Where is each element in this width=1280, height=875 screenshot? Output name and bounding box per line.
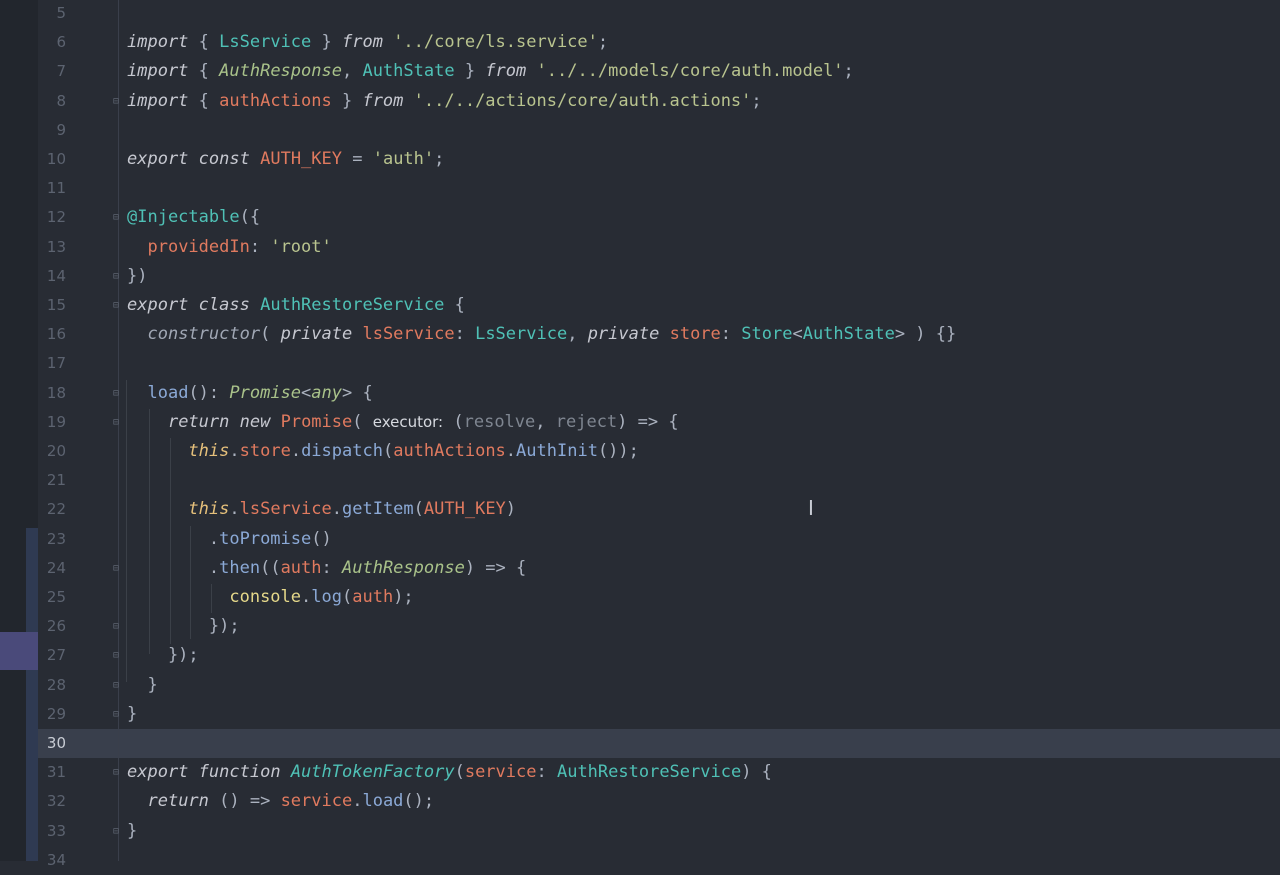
fold-marker-icon[interactable]: ⊟ [113,301,123,311]
code-text[interactable]: } [127,700,137,729]
code-text[interactable]: this.store.dispatch(authActions.AuthInit… [127,437,638,466]
fold-marker-icon[interactable]: ⊟ [113,680,123,691]
fold-marker-icon[interactable]: ⊟ [113,622,123,632]
fold-marker-icon[interactable]: ⊟ [113,213,123,223]
code-text[interactable]: this.lsService.getItem(AUTH_KEY) [127,495,516,524]
code-line[interactable]: 31 ⊟ export function AuthTokenFactory(serv… [0,758,1280,787]
code-text[interactable]: constructor( private lsService: LsServic… [127,320,956,349]
line-number: 16 [46,325,66,344]
code-text[interactable]: }); [127,612,240,641]
fold-marker-icon[interactable]: ⊟ [113,709,123,720]
code-line[interactable]: 24 ⊟ .then((auth: AuthResponse) => { [0,554,1280,583]
code-text[interactable]: import { LsService } from '../core/ls.se… [127,28,608,57]
code-text[interactable]: .toPromise() [127,525,332,554]
code-line[interactable]: 32 return () => service.load(); [0,787,1280,816]
code-line[interactable]: 12 ⊟ @Injectable({ [0,203,1280,232]
code-line[interactable]: 26 ⊟ }); [0,612,1280,641]
code-line[interactable]: 19 ⊟ return new Promise( executor: (resol… [0,408,1280,437]
code-line[interactable]: 33 ⊟} [0,817,1280,846]
code-line[interactable]: 20 this.store.dispatch(authActions.AuthI… [0,437,1280,466]
line-number: 29 [46,704,66,723]
line-number: 24 [46,558,66,577]
fold-marker-icon[interactable]: ⊟ [113,417,123,428]
line-number: 34 [46,850,66,869]
code-line[interactable]: 11 [0,174,1280,203]
line-number: 8 [56,91,66,110]
code-line[interactable]: 34 [0,846,1280,875]
code-line[interactable]: 13 providedIn: 'root' [0,233,1280,262]
code-line[interactable]: 22 this.lsService.getItem(AUTH_KEY) [0,495,1280,524]
code-line[interactable]: 29 ⊟} [0,700,1280,729]
fold-marker-icon[interactable]: ⊟ [113,563,123,574]
line-number: 22 [46,500,66,519]
line-number: 17 [46,354,66,373]
line-number: 25 [46,588,66,606]
fold-marker-icon[interactable]: ⊟ [113,651,123,661]
code-line[interactable]: 8 ⊟ import { authActions } from '../../act… [0,87,1280,116]
code-line[interactable]: 28 ⊟ } [0,671,1280,700]
code-line[interactable]: 10 export const AUTH_KEY = 'auth'; [0,145,1280,174]
code-text[interactable]: export function AuthTokenFactory(service… [127,758,772,787]
line-number: 26 [46,617,66,636]
code-line[interactable]: 16 constructor( private lsService: LsSer… [0,320,1280,349]
line-number: 12 [46,208,66,227]
code-text[interactable]: load(): Promise<any> { [127,379,372,408]
line-number: 18 [46,383,66,402]
line-number: 9 [56,120,66,139]
line-number: 20 [46,442,66,460]
code-text[interactable]: }) [127,262,147,291]
code-text[interactable]: @Injectable({ [127,203,260,232]
code-line[interactable]: 14 ⊟}) [0,262,1280,291]
code-text[interactable]: import { AuthResponse, AuthState } from … [127,57,854,86]
code-line[interactable]: 15 ⊟ export class AuthRestoreService { [0,291,1280,320]
code-text[interactable]: console.log(auth); [127,583,413,612]
line-number: 28 [46,675,66,694]
line-number: 33 [46,821,66,840]
code-text[interactable]: export class AuthRestoreService { [127,291,465,320]
fold-marker-icon[interactable]: ⊟ [113,271,123,282]
line-number: 15 [46,296,66,314]
line-number: 32 [46,792,66,811]
line-number: 21 [46,471,66,490]
fold-marker-icon[interactable]: ⊟ [113,768,123,778]
code-line[interactable]: 18 ⊟ load(): Promise<any> { [0,379,1280,408]
line-number: 30 [46,734,66,752]
code-text[interactable]: } [127,671,157,700]
code-line[interactable]: 21 [0,466,1280,495]
code-line[interactable]: 5 [0,0,1280,28]
line-number: 6 [56,33,66,52]
line-number: 14 [46,266,66,285]
line-number: 27 [46,646,66,665]
code-line[interactable]: 17 [0,349,1280,378]
line-number: 7 [56,62,66,81]
code-text[interactable]: import { authActions } from '../../actio… [127,87,762,116]
code-line[interactable]: 23 .toPromise() [0,525,1280,554]
code-line[interactable]: 6 import { LsService } from '../core/ls.s… [0,28,1280,57]
code-line[interactable]: 30 [0,729,1280,758]
code-line[interactable]: 7 import { AuthResponse, AuthState } from… [0,57,1280,86]
code-text[interactable]: } [127,817,137,846]
code-text[interactable]: .then((auth: AuthResponse) => { [127,554,526,583]
code-line[interactable]: 27 ⊟ }); [0,641,1280,670]
line-number: 31 [46,763,66,782]
line-number: 5 [56,4,66,22]
line-number: 10 [46,150,66,168]
code-line[interactable]: 9 [0,116,1280,145]
code-line[interactable]: 25 console.log(auth); [0,583,1280,612]
code-text[interactable]: return () => service.load(); [127,787,434,816]
code-text[interactable]: export const AUTH_KEY = 'auth'; [127,145,444,174]
code-text[interactable]: providedIn: 'root' [127,233,331,262]
fold-marker-icon[interactable]: ⊟ [113,388,123,399]
fold-marker-icon[interactable]: ⊟ [113,826,123,837]
line-number: 11 [46,179,66,198]
line-number: 19 [46,412,66,431]
line-number: 13 [46,237,66,256]
code-text[interactable]: }); [127,641,199,670]
fold-marker-icon[interactable]: ⊟ [113,96,123,107]
text-cursor-icon: Ι [808,496,814,520]
code-editor[interactable]: 5 6 import { LsService } from '../core/ls.… [0,0,1280,869]
code-text[interactable]: return new Promise( executor: (resolve, … [127,408,679,437]
line-number: 23 [46,529,66,548]
